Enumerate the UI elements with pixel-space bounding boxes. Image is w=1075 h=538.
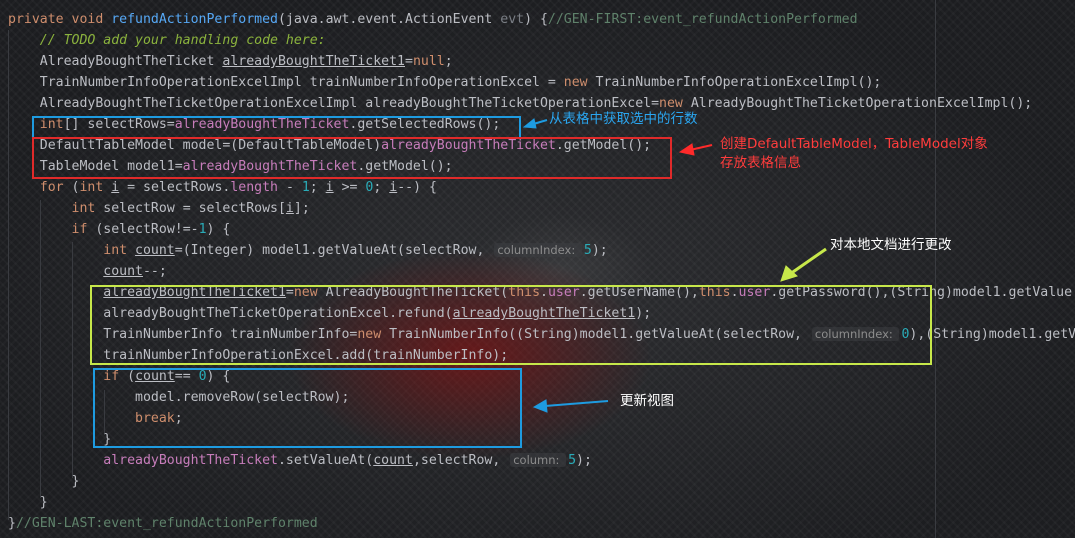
arrow-to-refresh-view xyxy=(532,399,609,413)
annotation-arrows xyxy=(522,118,827,413)
annotation-create-model: 创建DefaultTableModel，TableModel对象 存放表格信息 xyxy=(720,136,988,171)
annotation-get-selected-rows: 从表格中获取选中的行数 xyxy=(549,111,698,127)
arrow-to-selected-rows xyxy=(522,118,548,129)
annotation-refresh-view: 更新视图 xyxy=(620,393,674,409)
code-editor[interactable]: private void refundActionPerformed(java.… xyxy=(0,0,1075,538)
arrow-to-local-document xyxy=(780,247,827,282)
annotation-modify-local-doc: 对本地文档进行更改 xyxy=(830,237,952,253)
arrow-to-table-model xyxy=(678,143,713,156)
